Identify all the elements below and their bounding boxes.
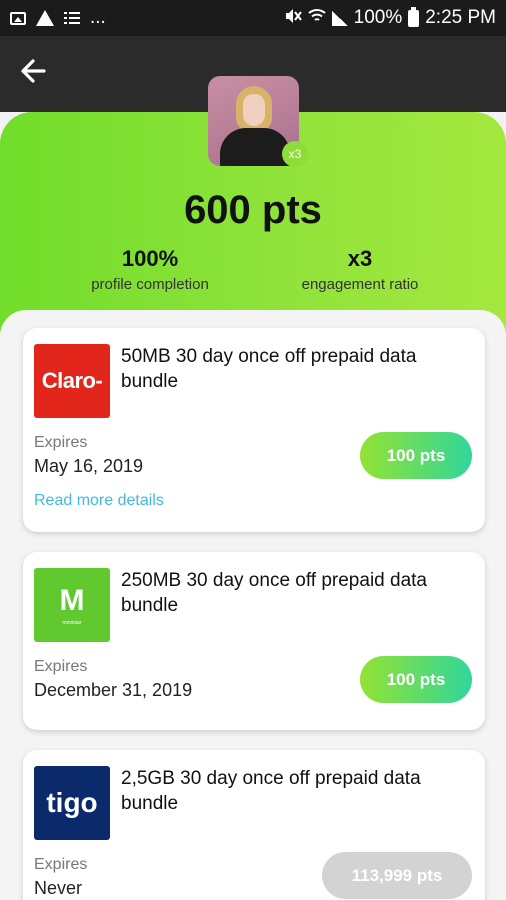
redeem-button[interactable]: 100 pts [360,656,472,703]
battery-icon [408,6,420,27]
status-bar: ... 100% 2:25 PM [0,0,506,36]
profile-completion-stat: 100% profile completion [60,246,240,293]
expires-label: Expires [34,856,88,873]
offer-title: 250MB 30 day once off prepaid data bundl… [121,570,427,616]
offer-card-movistar[interactable]: M movistar 250MB 30 day once off prepaid… [23,552,485,730]
signal-icon [331,10,348,26]
expires-label: Expires [34,434,88,451]
engagement-ratio-label: engagement ratio [301,276,419,293]
offer-card-tigo[interactable]: tigo 2,5GB 30 day once off prepaid data … [23,750,485,900]
profile-completion-value: 100% [121,246,179,271]
avatar-coat [220,128,290,166]
redeem-button-disabled[interactable]: 113,999 pts [322,852,472,899]
mute-icon [284,8,302,28]
warning-icon [36,10,54,26]
movistar-logo: M movistar [34,568,110,642]
offer-title: 50MB 30 day once off prepaid data bundle [121,346,417,392]
more-notifications-dots: ... [90,7,106,28]
points-total: 600 pts [184,188,322,232]
battery-percent: 100% [353,7,403,28]
offer-title: 2,5GB 30 day once off prepaid data bundl… [121,768,421,814]
arrow-left-icon [21,59,46,83]
expires-label: Expires [34,658,88,675]
profile-completion-label: profile completion [91,276,209,293]
clock-time: 2:25 PM [425,7,496,28]
multiplier-badge: x3 [282,141,308,167]
expires-date: May 16, 2019 [34,456,144,476]
avatar-face [243,94,265,126]
redeem-button[interactable]: 100 pts [360,432,472,479]
image-icon [10,11,26,25]
offer-card-claro[interactable]: Claro- 50MB 30 day once off prepaid data… [23,328,485,532]
read-more-link[interactable]: Read more details [34,492,164,510]
expires-date: December 31, 2019 [34,680,193,700]
movistar-logo-text: movistar [62,620,82,626]
offers-list: Claro- 50MB 30 day once off prepaid data… [0,310,506,900]
tigo-logo-text: tigo [46,787,98,818]
expires-date: Never [34,878,83,898]
wifi-icon [307,8,326,28]
engagement-ratio-stat: x3 engagement ratio [270,246,450,293]
back-button[interactable] [18,56,52,86]
tigo-logo: tigo [34,766,110,840]
claro-logo: Claro- [34,344,110,418]
list-icon [64,11,80,25]
claro-logo-text: Claro- [41,368,103,393]
engagement-ratio-value: x3 [347,246,373,271]
movistar-logo-mark: M [59,584,85,617]
